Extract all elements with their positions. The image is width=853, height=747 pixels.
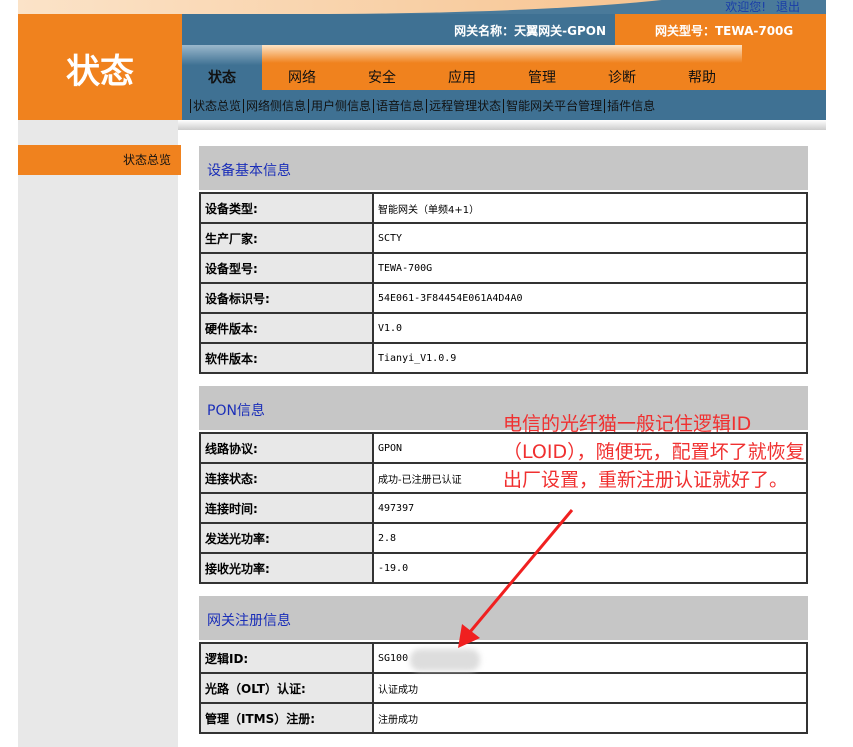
- annotation-arrow: [0, 0, 853, 747]
